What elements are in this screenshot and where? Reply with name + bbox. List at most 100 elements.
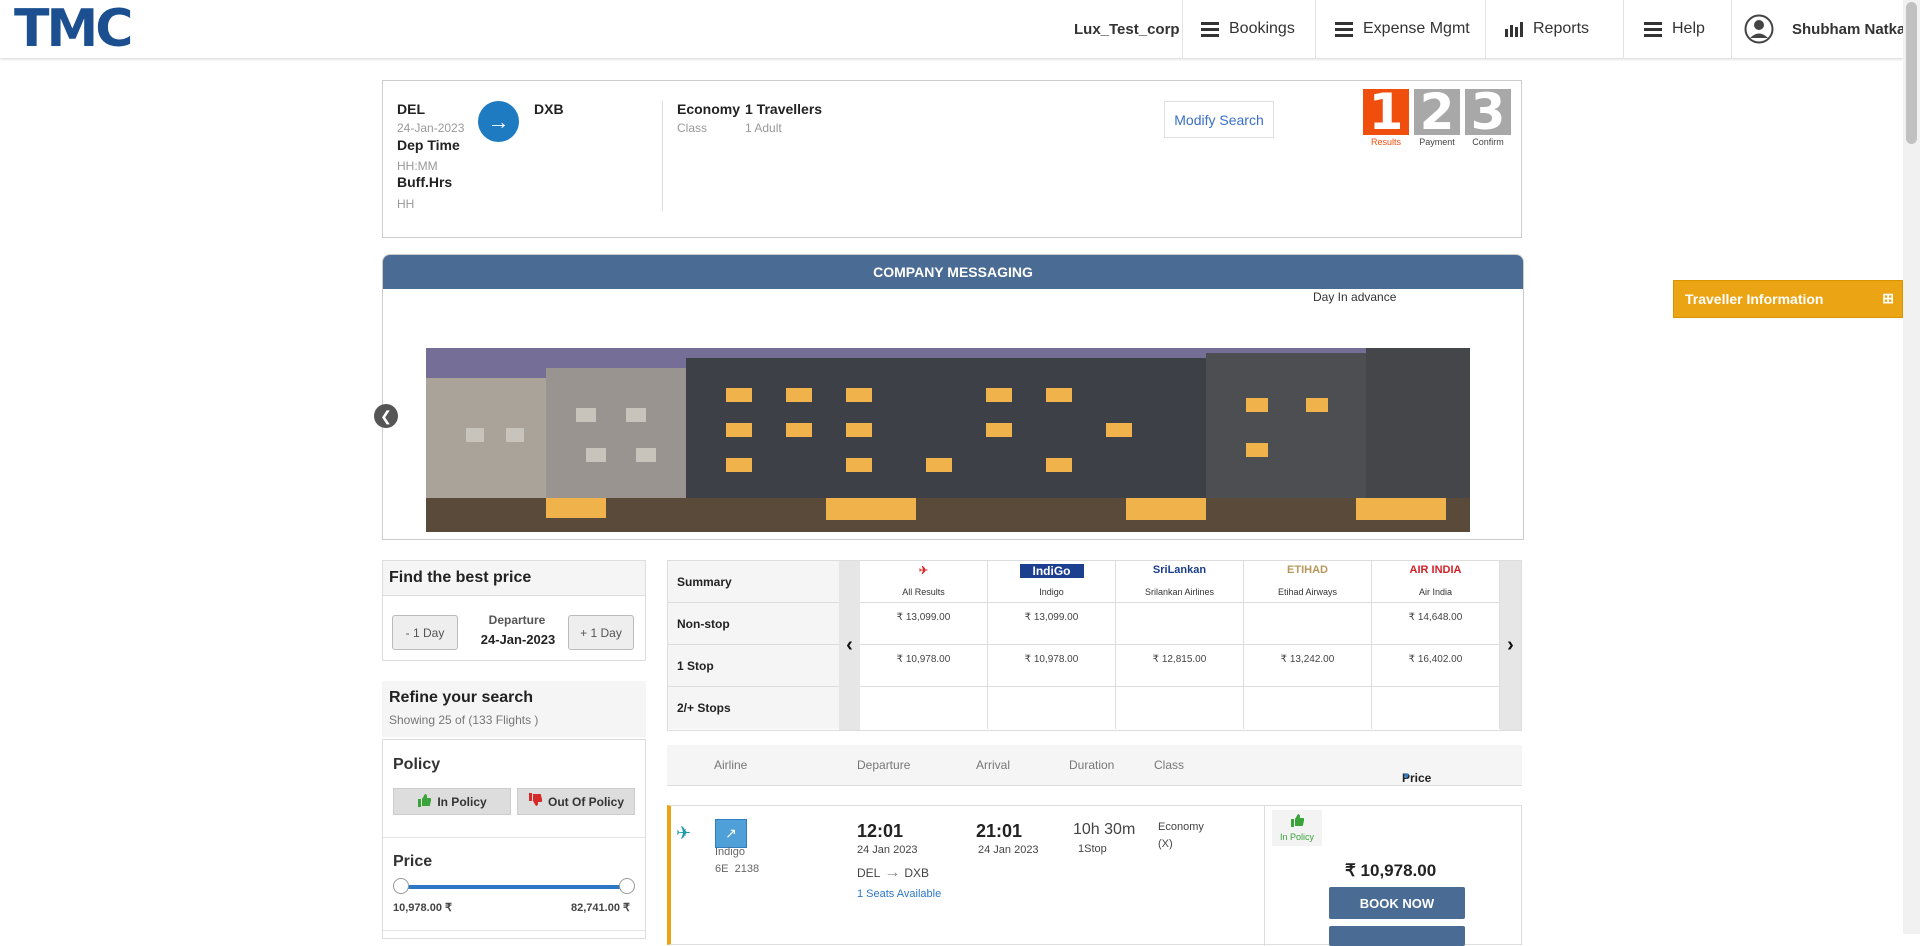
matrix-price-cell	[1244, 687, 1372, 729]
divider	[383, 837, 645, 838]
price-max-handle[interactable]	[619, 878, 635, 894]
modify-search-button[interactable]: Modify Search	[1164, 101, 1274, 138]
col-arrival[interactable]: Arrival	[976, 758, 1010, 772]
book-now-button[interactable]: BOOK NOW	[1329, 887, 1465, 919]
step-results-label: Results	[1370, 137, 1401, 147]
company-messaging-title: COMPANY MESSAGING	[383, 255, 1523, 289]
sort-caret-icon: ▼	[1402, 771, 1411, 781]
nav-expense-label: Expense Mgmt	[1363, 20, 1470, 37]
matrix-price-cell	[1116, 687, 1244, 729]
best-price-panel: Find the best price - 1 Day Departure 24…	[382, 560, 646, 661]
company-name: Lux_Test_corp	[1064, 0, 1183, 58]
dep-time-input[interactable]: HH:MM	[397, 159, 438, 173]
matrix-price-cell[interactable]: ₹ 10,978.00	[988, 645, 1116, 687]
col-departure[interactable]: Departure	[857, 758, 910, 772]
matrix-next-button[interactable]: ›	[1500, 561, 1521, 730]
seats-available[interactable]: 1 Seats Available	[857, 888, 941, 900]
matrix-price-cell[interactable]: ₹ 14,648.00	[1372, 603, 1500, 645]
showing-count: Showing 25 of (133 Flights )	[389, 713, 539, 727]
matrix-airline-name: Air India	[1418, 587, 1453, 597]
out-of-policy-label: Out Of Policy	[547, 794, 624, 809]
matrix-price-cell	[988, 687, 1116, 729]
company-messaging-panel: COMPANY MESSAGING Day In advance	[382, 254, 1524, 540]
price-range-track[interactable]	[403, 885, 631, 889]
user-name: Shubham Natkar	[1792, 20, 1912, 38]
page-scrollbar[interactable]	[1903, 0, 1920, 934]
airline-price-matrix: Summary Non-stop 1 Stop 2/+ Stops ‹ › ✈ A…	[667, 560, 1522, 731]
airline-logo-icon: ✈	[918, 565, 929, 577]
nav-help[interactable]: Help	[1624, 0, 1732, 58]
price-title: Price	[393, 853, 433, 870]
plus-one-day-button[interactable]: + 1 Day	[568, 615, 634, 650]
col-class[interactable]: Class	[1154, 758, 1184, 772]
hotel-banner-image	[426, 348, 1470, 532]
menu-icon	[1644, 21, 1662, 37]
expand-icon[interactable]: ⊞	[1882, 290, 1894, 307]
thumbs-up-icon	[1272, 810, 1322, 832]
departure-date: 24 Jan 2023	[857, 844, 918, 856]
out-of-policy-filter[interactable]: Out Of Policy	[517, 788, 635, 815]
carousel-prev-button[interactable]: ❮	[374, 404, 398, 428]
policy-badge: In Policy	[1272, 810, 1322, 846]
matrix-price-cell[interactable]: ₹ 10,978.00	[860, 645, 988, 687]
arrival-time: 21:01	[976, 821, 1023, 841]
indigo-logo-icon: ↗	[715, 819, 747, 848]
price-min-handle[interactable]	[393, 878, 409, 894]
nav-bookings[interactable]: Bookings	[1183, 0, 1316, 58]
col-airline[interactable]: Airline	[714, 758, 747, 772]
divider	[662, 101, 663, 211]
matrix-price-cell[interactable]: ₹ 16,402.00	[1372, 645, 1500, 687]
user-menu[interactable]: Shubham Natkar	[1732, 0, 1911, 58]
matrix-airline-2[interactable]: SriLankan Srilankan Airlines	[1116, 561, 1244, 603]
buff-hrs-input[interactable]: HH	[397, 197, 414, 211]
matrix-price-cell[interactable]: ₹ 13,099.00	[988, 603, 1116, 645]
in-policy-filter[interactable]: In Policy	[393, 788, 511, 815]
best-price-title: Find the best price	[383, 561, 645, 596]
buff-hrs-label: Buff.Hrs	[397, 174, 453, 190]
matrix-prev-button[interactable]: ‹	[839, 561, 860, 730]
matrix-price-cell[interactable]: ₹ 13,099.00	[860, 603, 988, 645]
policy-label: In Policy	[1279, 832, 1314, 842]
tmc-logo[interactable]: TMC	[14, 3, 133, 55]
refine-title: Refine your search	[389, 689, 534, 706]
nav-bookings-label: Bookings	[1229, 20, 1295, 37]
price-max-value: 82,741.00 ₹	[571, 902, 630, 914]
cabin-class: Economy	[1158, 821, 1204, 833]
matrix-airline-0[interactable]: ✈ All Results	[860, 561, 988, 603]
step-confirm-label: Confirm	[1472, 137, 1504, 147]
scrollbar-thumb[interactable]	[1906, 2, 1917, 144]
origin-code: DEL	[397, 101, 425, 117]
price-min-value: 10,978.00 ₹	[393, 902, 452, 914]
travellers-detail: 1 Adult	[745, 121, 782, 135]
nav-expense-mgmt[interactable]: Expense Mgmt	[1316, 0, 1486, 58]
company-name-text: Lux_Test_corp	[1074, 20, 1180, 38]
matrix-price-cell[interactable]: ₹ 12,815.00	[1116, 645, 1244, 687]
matrix-airline-4[interactable]: AIR INDIA Air India	[1372, 561, 1500, 603]
stops: 1Stop	[1078, 843, 1107, 855]
col-duration[interactable]: Duration	[1069, 758, 1114, 772]
matrix-airline-1[interactable]: IndiGo Indigo	[988, 561, 1116, 603]
divider	[383, 930, 645, 931]
airline-code: 6E	[715, 863, 729, 875]
filters-panel: Policy In Policy Out Of Policy Price 10,…	[382, 739, 646, 939]
route-arrow-icon: →	[478, 101, 519, 142]
airline-logo-icon: AIR INDIA	[1409, 564, 1462, 576]
dep-time-label: Dep Time	[397, 137, 460, 153]
matrix-price-cell[interactable]: ₹ 13,242.00	[1244, 645, 1372, 687]
traveller-information-panel[interactable]: Traveller Information ⊞	[1673, 280, 1903, 318]
matrix-row-1stop: 1 Stop	[668, 645, 839, 687]
secondary-action-button[interactable]	[1329, 926, 1465, 946]
matrix-airline-name: All Results	[902, 587, 945, 597]
minus-one-day-button[interactable]: - 1 Day	[392, 615, 458, 650]
matrix-airline-3[interactable]: ETIHAD Etihad Airways	[1244, 561, 1372, 603]
route-arrow-icon: →	[884, 864, 901, 881]
destination-code: DXB	[534, 101, 564, 117]
fare-price: ₹ 10,978.00	[1345, 861, 1437, 880]
matrix-airline-name: Etihad Airways	[1277, 587, 1338, 597]
nav-reports[interactable]: Reports	[1486, 0, 1624, 58]
departure-label: Departure	[488, 613, 546, 627]
airline-name: Indigo	[715, 846, 745, 858]
flight-no: 2138	[734, 863, 760, 875]
departure-time: 12:01	[857, 821, 904, 841]
menu-icon	[1335, 21, 1353, 37]
